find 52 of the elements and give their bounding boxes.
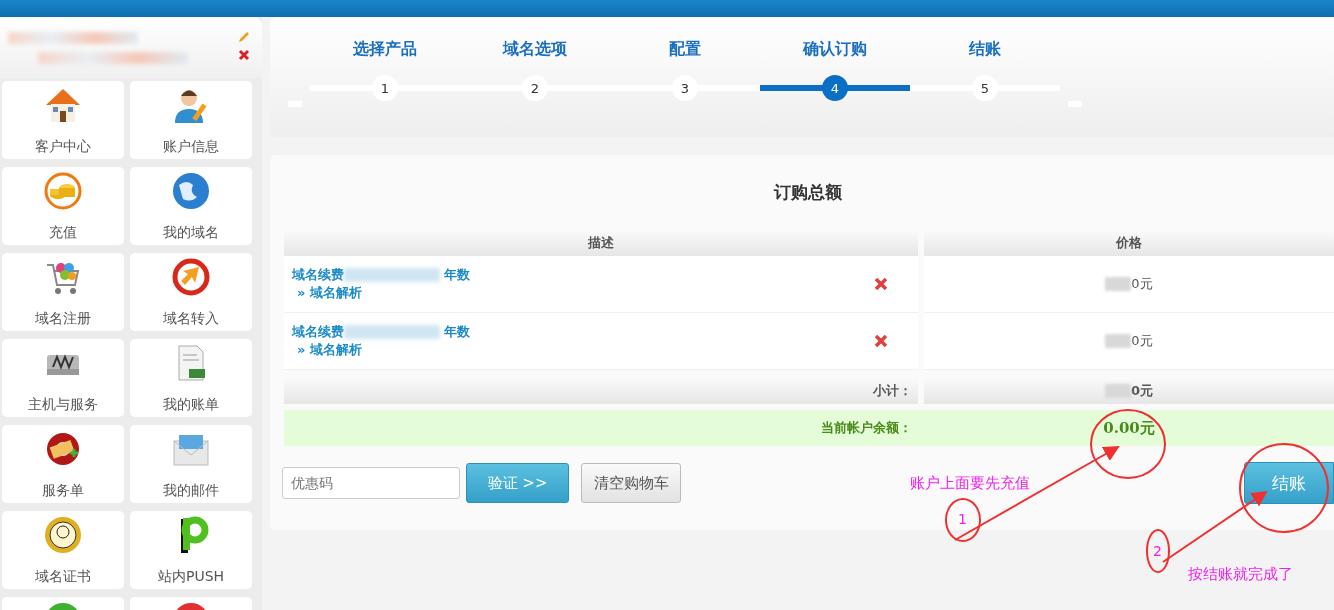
price-text: 0元	[1131, 332, 1153, 350]
globe-icon	[171, 171, 211, 211]
annotation-number: 1	[958, 511, 967, 527]
clear-cart-button[interactable]: 清空购物车	[581, 463, 681, 503]
sidebar-item[interactable]: 我的邮件	[130, 425, 252, 503]
remove-icon[interactable]	[874, 277, 888, 291]
seal-icon	[43, 515, 83, 555]
step-number[interactable]: 5	[972, 75, 998, 101]
blurred-amount	[1104, 384, 1131, 398]
sidebar-item[interactable]: 域名转入	[130, 253, 252, 331]
sidebar-item[interactable]: 域名注册	[2, 253, 124, 331]
annotation-circle	[945, 498, 981, 542]
coins-icon	[43, 171, 83, 211]
price-text: 0元	[1131, 275, 1153, 293]
step-label[interactable]: 结账	[969, 39, 1001, 60]
annotation-text: 账户上面要先充值	[910, 474, 1030, 493]
step-label[interactable]: 选择产品	[353, 39, 417, 60]
item-link[interactable]: 域名续费	[292, 323, 344, 341]
coupon-field[interactable]: 优惠码	[282, 467, 460, 499]
sidebar-item[interactable]: 域名证书	[2, 511, 124, 589]
remove-icon[interactable]	[874, 334, 888, 348]
item-link[interactable]: 年数	[444, 266, 470, 284]
sidebar-item[interactable]: 账户信息	[130, 81, 252, 159]
sidebar-item[interactable]: 充值	[2, 167, 124, 245]
blurred-amount	[1105, 334, 1132, 348]
sidebar-item[interactable]: 站内PUSH	[130, 511, 252, 589]
dns-link[interactable]: » 域名解析	[297, 284, 470, 302]
subtotal-value: 0元	[1130, 382, 1153, 400]
sidebar-item[interactable]: 我的域名	[130, 167, 252, 245]
sidebar-item[interactable]: 客户中心	[2, 81, 124, 159]
blurred-amount	[1105, 277, 1132, 291]
subtotal-label: 小计：	[873, 382, 912, 400]
step-label[interactable]: 确认订购	[803, 39, 867, 60]
step-label[interactable]: 域名选项	[503, 39, 567, 60]
step-label[interactable]: 配置	[669, 39, 701, 60]
item-link[interactable]: 年数	[444, 323, 470, 341]
annotation-circle	[1146, 529, 1170, 573]
step-number[interactable]: 2	[522, 75, 548, 101]
annotation-number: 2	[1153, 543, 1162, 559]
dns-link[interactable]: » 域名解析	[297, 341, 470, 359]
sidebar-item[interactable]: 服务单	[2, 425, 124, 503]
annotation-text: 按结账就完成了	[1188, 565, 1293, 584]
close-icon[interactable]	[238, 49, 250, 61]
balance-value: 0.00元	[1103, 418, 1155, 438]
step-number[interactable]: 1	[372, 75, 398, 101]
balance-label: 当前帐户余额：	[820, 419, 913, 437]
step-number[interactable]: 4	[822, 75, 848, 101]
step-number[interactable]: 3	[672, 75, 698, 101]
order-title: 订购总额	[772, 181, 843, 204]
item-link[interactable]: 域名续费	[292, 266, 344, 284]
sidebar-item[interactable]: 我的账单	[130, 339, 252, 417]
sidebar-item[interactable]: 主机与服务	[2, 339, 124, 417]
